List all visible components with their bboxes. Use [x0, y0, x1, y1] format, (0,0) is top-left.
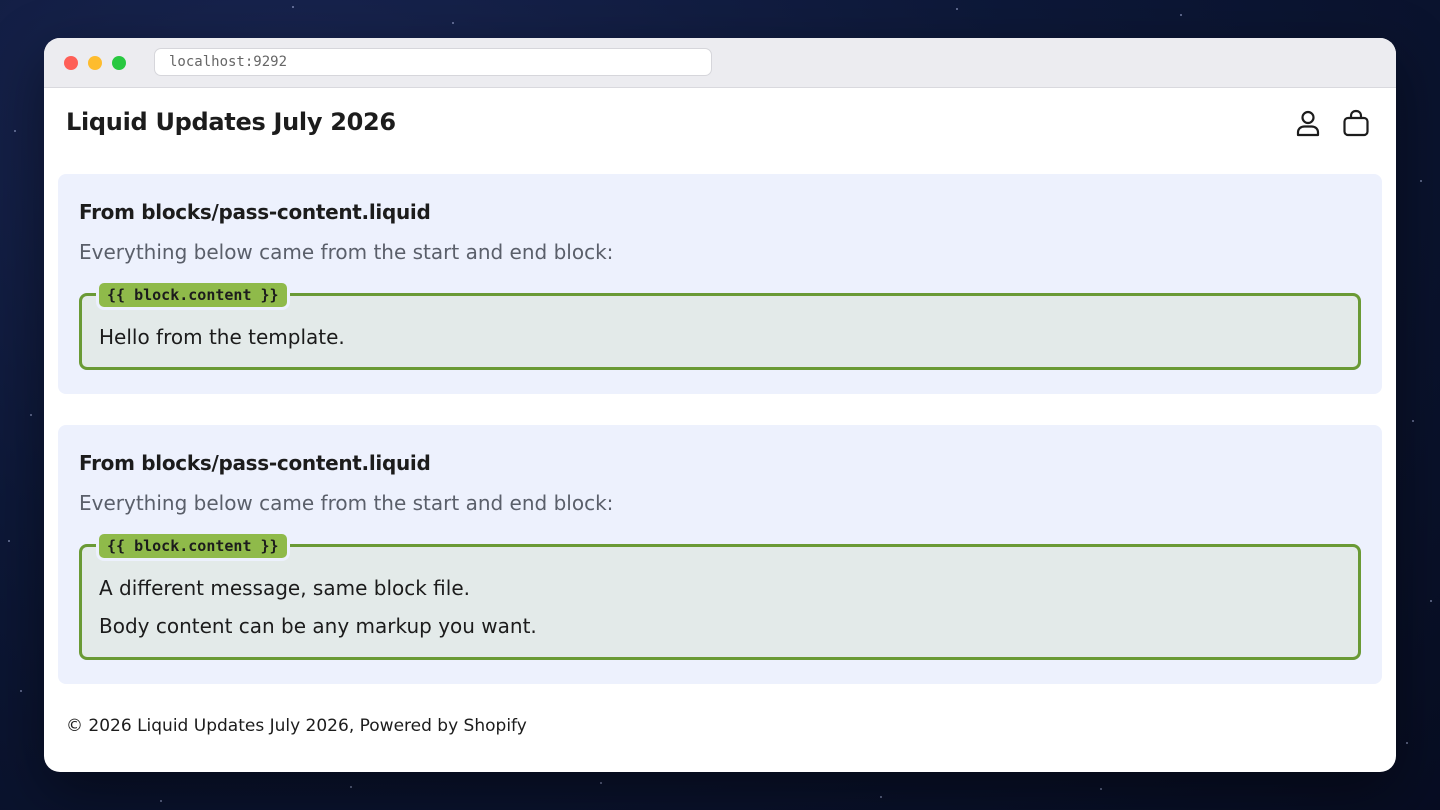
section-title: From blocks/pass-content.liquid — [79, 451, 431, 475]
section-description: Everything below came from the start and… — [79, 491, 614, 515]
cart-icon[interactable] — [1341, 108, 1371, 138]
content-line: Body content can be any markup you want. — [99, 614, 537, 638]
browser-window: localhost:9292 Liquid Updates July 2026 … — [44, 38, 1396, 772]
address-bar[interactable]: localhost:9292 — [154, 48, 712, 76]
content-line: Hello from the template. — [99, 325, 345, 349]
content-section: From blocks/pass-content.liquid Everythi… — [58, 174, 1382, 394]
account-icon[interactable] — [1293, 108, 1323, 138]
browser-titlebar: localhost:9292 — [44, 38, 1396, 88]
footer-copyright: © 2026 Liquid Updates July 2026, Powered… — [66, 716, 527, 736]
content-section: From blocks/pass-content.liquid Everythi… — [58, 425, 1382, 684]
site-title[interactable]: Liquid Updates July 2026 — [66, 108, 396, 136]
site-header: Liquid Updates July 2026 — [44, 88, 1396, 160]
section-description: Everything below came from the start and… — [79, 240, 614, 264]
block-content-tag: {{ block.content }} — [96, 531, 290, 561]
close-window-button[interactable] — [64, 56, 78, 70]
maximize-window-button[interactable] — [112, 56, 126, 70]
minimize-window-button[interactable] — [88, 56, 102, 70]
section-title: From blocks/pass-content.liquid — [79, 200, 431, 224]
block-content-box: {{ block.content }} Hello from the templ… — [79, 280, 1361, 370]
block-content-tag: {{ block.content }} — [96, 280, 290, 310]
content-line: A different message, same block file. — [99, 576, 470, 600]
block-content-box: {{ block.content }} A different message,… — [79, 531, 1361, 660]
